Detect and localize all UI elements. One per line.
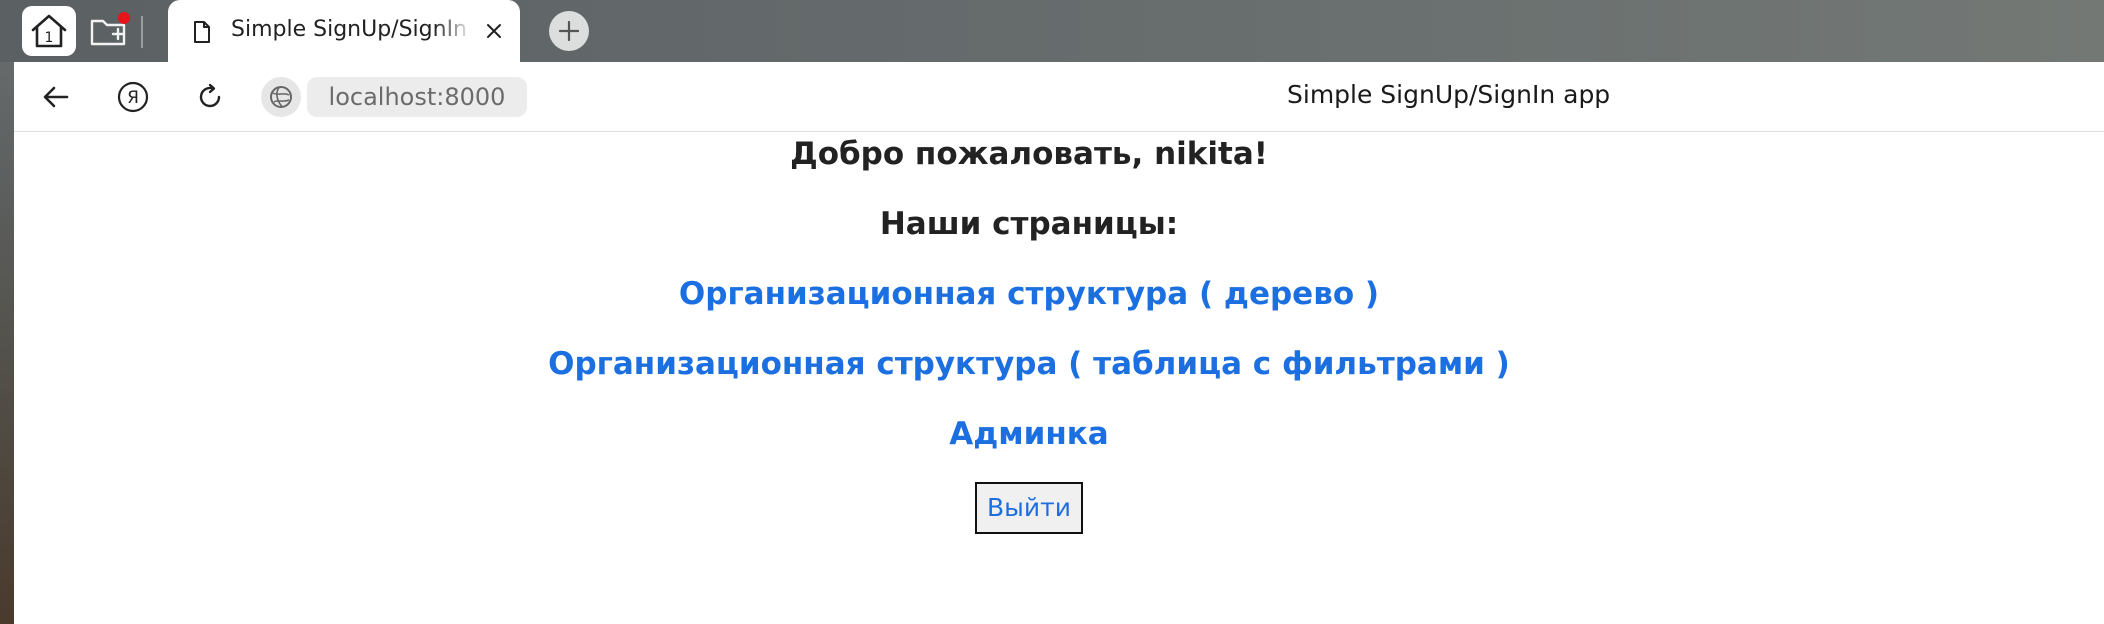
home-icon: 1 [31,14,67,48]
page-link-org-table-item: Организационная структура ( таблица с фи… [14,342,2044,386]
tab-title: Simple SignUp/SignIn app [231,17,473,42]
url-field[interactable]: localhost:8000 [307,77,527,117]
pages-heading: Наши страницы: [879,206,1179,242]
org-structure-table-link[interactable]: Организационная структура ( таблица с фи… [548,346,1510,382]
yandex-icon: Я [117,81,149,113]
tab-close-button[interactable] [482,19,506,43]
admin-link[interactable]: Админка [949,416,1108,452]
new-tab-button[interactable] [549,11,589,51]
home-badge: 1 [45,30,54,46]
tab-active[interactable]: Simple SignUp/SignIn app [168,0,520,62]
notification-dot [118,12,130,24]
address-bar: Я localhost:8000 Simple SignUp/SignIn ap… [14,62,2104,132]
folder-button[interactable] [82,6,136,56]
reload-button[interactable] [192,79,228,115]
page-title: Simple SignUp/SignIn app [1287,80,1611,109]
tab-divider [141,16,143,48]
page-link-org-tree-item: Организационная структура ( дерево ) [14,272,2044,316]
url-text: localhost:8000 [328,83,506,111]
globe-icon [270,86,292,108]
plus-icon [558,20,580,42]
logout-container: Выйти [14,482,2044,534]
tab-strip: 1 Simple SignUp/SignIn app [0,0,2104,62]
org-structure-tree-link[interactable]: Организационная структура ( дерево ) [679,276,1379,312]
back-button[interactable] [38,79,74,115]
document-icon [194,21,210,43]
yandex-button[interactable]: Я [115,79,151,115]
arrow-left-icon [43,86,69,108]
close-icon [487,24,501,38]
page-content: Добро пожаловать, nikita! Наши страницы:… [14,132,2104,624]
home-button[interactable]: 1 [22,6,76,56]
logout-button[interactable]: Выйти [975,482,1083,534]
page-link-admin-item: Админка [14,412,2044,456]
yandex-glyph: Я [127,88,139,108]
site-info-button[interactable] [261,77,301,117]
welcome-heading: Добро пожаловать, nikita! [790,136,1268,172]
reload-icon [199,83,221,108]
